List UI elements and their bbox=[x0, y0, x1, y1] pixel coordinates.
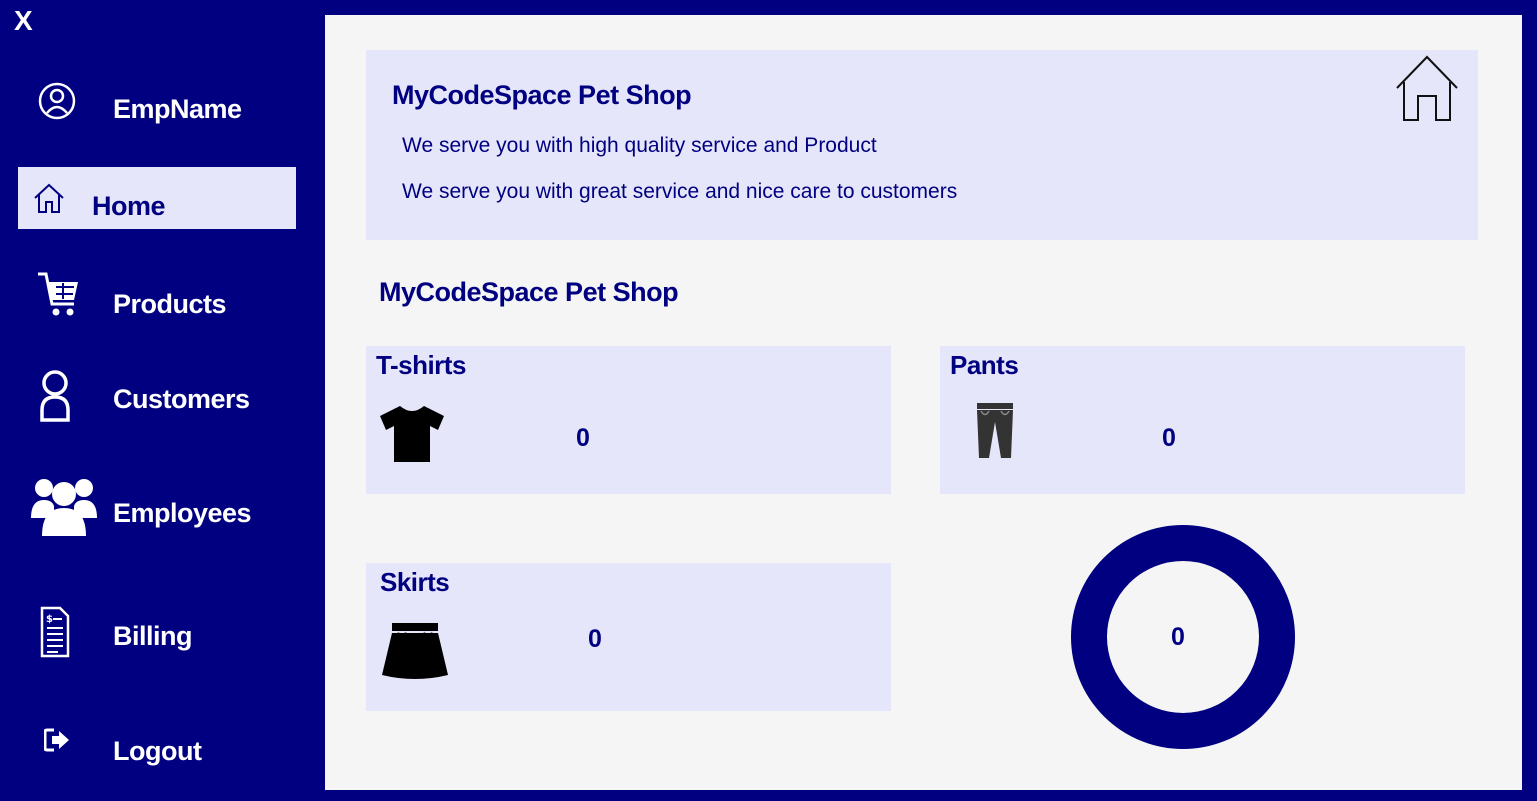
card-pants: Pants 0 bbox=[940, 346, 1465, 494]
svg-text:$: $ bbox=[46, 614, 53, 625]
header-panel: MyCodeSpace Pet Shop We serve you with h… bbox=[366, 50, 1478, 240]
employee-name-item: EmpName bbox=[18, 80, 296, 142]
shop-title: MyCodeSpace Pet Shop bbox=[392, 80, 692, 110]
sidebar-item-label: Billing bbox=[113, 621, 193, 651]
tagline-1: We serve you with high quality service a… bbox=[402, 134, 877, 157]
invoice-icon: $ bbox=[40, 606, 70, 658]
user-circle-icon bbox=[38, 82, 76, 120]
progress-value: 0 bbox=[1171, 623, 1185, 651]
sidebar-item-customers[interactable]: Customers bbox=[18, 366, 296, 428]
sidebar-item-products[interactable]: Products bbox=[18, 270, 296, 332]
card-skirts: Skirts 0 bbox=[366, 563, 891, 711]
sidebar-item-label: Logout bbox=[113, 736, 202, 766]
card-count: 0 bbox=[1162, 424, 1176, 452]
skirt-icon bbox=[382, 623, 448, 679]
group-icon bbox=[31, 479, 97, 536]
sidebar-item-label: Employees bbox=[113, 498, 252, 528]
main-panel: MyCodeSpace Pet Shop We serve you with h… bbox=[325, 15, 1522, 790]
pants-icon bbox=[977, 403, 1013, 458]
sidebar-item-label: Customers bbox=[113, 384, 250, 414]
card-title: Pants bbox=[950, 350, 1019, 380]
cart-icon bbox=[38, 272, 78, 316]
card-title: Skirts bbox=[380, 567, 450, 597]
card-title: T-shirts bbox=[376, 350, 466, 380]
section-title: MyCodeSpace Pet Shop bbox=[379, 277, 679, 307]
sidebar-item-billing[interactable]: $ Billing bbox=[18, 604, 296, 666]
card-tshirts: T-shirts 0 bbox=[366, 346, 891, 494]
tagline-2: We serve you with great service and nice… bbox=[402, 180, 958, 203]
home-icon bbox=[34, 183, 64, 213]
employee-name: EmpName bbox=[113, 94, 242, 124]
close-button[interactable]: X bbox=[14, 4, 33, 38]
card-count: 0 bbox=[588, 625, 602, 653]
home-icon bbox=[1396, 55, 1458, 121]
sidebar-item-label: Home bbox=[92, 191, 166, 221]
sidebar-item-logout[interactable]: Logout bbox=[18, 718, 296, 780]
logout-icon bbox=[44, 728, 69, 752]
user-icon bbox=[40, 370, 70, 422]
sidebar-item-label: Products bbox=[113, 289, 227, 319]
sidebar-item-employees[interactable]: Employees bbox=[18, 474, 296, 536]
sidebar-item-home[interactable]: Home bbox=[18, 167, 296, 229]
tshirt-icon bbox=[380, 406, 444, 462]
card-count: 0 bbox=[576, 424, 590, 452]
